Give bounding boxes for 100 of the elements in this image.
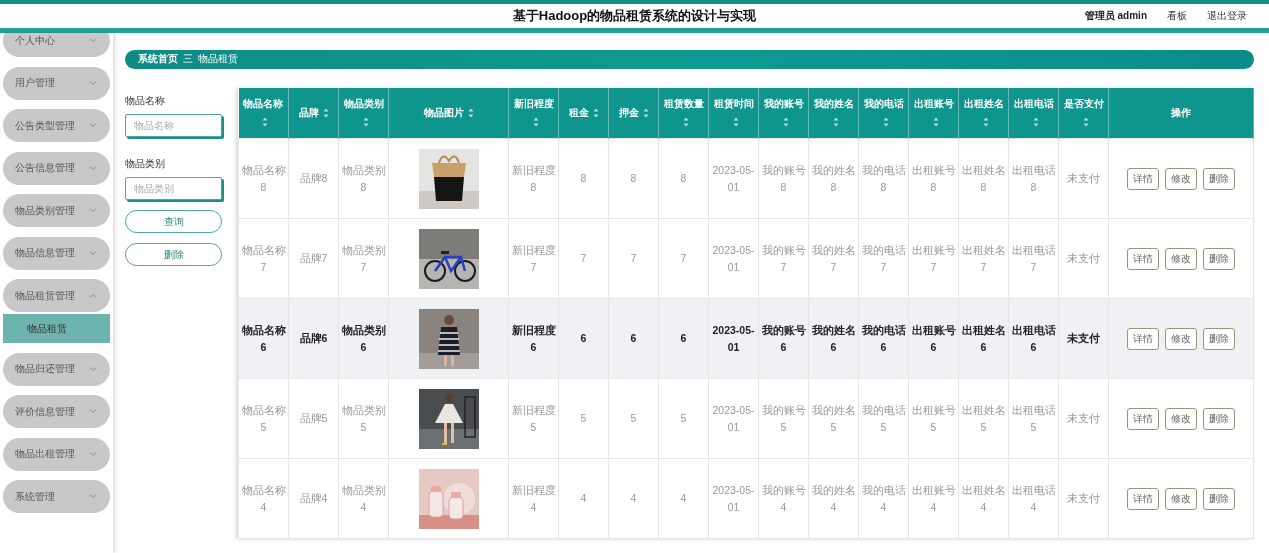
table-cell: 物品名称6 — [238, 298, 289, 379]
table-cell: 出租姓名4 — [958, 458, 1009, 539]
sort-icon[interactable] — [982, 117, 989, 128]
table-cell: 出租姓名7 — [958, 218, 1009, 299]
details-button[interactable]: 详情 — [1127, 407, 1159, 430]
edit-button[interactable]: 修改 — [1165, 167, 1197, 190]
field-label: 物品类别 — [125, 157, 166, 171]
header-link[interactable]: 看板 — [1167, 9, 1187, 23]
table-cell: 出租电话7 — [1008, 218, 1059, 299]
search-field[interactable]: 物品名称 — [125, 114, 222, 137]
table-header-cell[interactable]: 物品图片 — [388, 88, 509, 139]
search-button[interactable]: 删除 — [125, 243, 222, 266]
table-header-cell[interactable]: 出租姓名 — [958, 88, 1009, 139]
table-cell: 物品名称8 — [238, 138, 289, 219]
table-header-cell[interactable]: 租赁数量 — [658, 88, 709, 139]
table-cell: 我的姓名5 — [808, 378, 859, 459]
sidebar-item[interactable]: 物品租赁管理 — [3, 279, 110, 312]
details-button[interactable]: 详情 — [1127, 487, 1159, 510]
table-cell: 我的姓名8 — [808, 138, 859, 219]
sort-icon[interactable] — [782, 117, 789, 128]
edit-button[interactable]: 修改 — [1165, 407, 1197, 430]
sort-icon[interactable] — [1082, 117, 1089, 128]
table-cell: 5 — [558, 378, 609, 459]
delete-button[interactable]: 删除 — [1203, 407, 1235, 430]
table-header-cell[interactable]: 押金 — [608, 88, 659, 139]
table-header-cell[interactable]: 我的姓名 — [808, 88, 859, 139]
table-cell: 6 — [608, 298, 659, 379]
table-cell: 物品类别5 — [338, 378, 389, 459]
delete-button[interactable]: 删除 — [1203, 327, 1235, 350]
table-row[interactable]: 物品名称8 品牌8 物品类别8 新旧程度8 8 8 8 2023-05-01 我的账号8 我的姓名8 我的电话8 出租账号8 出租姓名8 出租电话8 未支付 详情 修改 删除 — [238, 138, 1254, 219]
sidebar-item[interactable]: 公告类型管理 — [3, 109, 110, 142]
details-button[interactable]: 详情 — [1127, 327, 1159, 350]
sort-icon[interactable] — [682, 117, 689, 128]
table-cell: 未支付 — [1058, 218, 1109, 299]
edit-button[interactable]: 修改 — [1165, 487, 1197, 510]
table-row[interactable]: 物品名称6 品牌6 物品类别6 新旧程度6 6 6 6 2023-05-01 我的账号6 我的姓名6 我的电话6 出租账号6 出租姓名6 出租电话6 未支付 详情 修改 删除 — [238, 298, 1254, 379]
table-cell: 出租电话5 — [1008, 378, 1059, 459]
table-header-cell[interactable]: 出租电话 — [1008, 88, 1059, 139]
table-cell: 我的姓名4 — [808, 458, 859, 539]
sidebar-item[interactable]: 物品类别管理 — [3, 194, 110, 227]
sidebar-item[interactable]: 用户管理 — [3, 66, 110, 100]
table-cell: 出租账号4 — [908, 458, 959, 539]
breadcrumb-separator: 三 — [183, 53, 193, 66]
breadcrumb-link[interactable]: 系统首页 — [138, 53, 178, 66]
sort-icon[interactable] — [882, 117, 889, 128]
sidebar-item[interactable]: 物品出租管理 — [3, 437, 110, 471]
sidebar-item[interactable]: 系统管理 — [3, 480, 110, 513]
table-cell: 物品名称7 — [238, 218, 289, 299]
sort-icon[interactable] — [322, 108, 329, 119]
sort-icon[interactable] — [732, 117, 739, 128]
table-header-cell[interactable]: 物品类别 — [338, 88, 389, 139]
details-button[interactable]: 详情 — [1127, 247, 1159, 270]
details-button[interactable]: 详情 — [1127, 167, 1159, 190]
table-header-cell[interactable]: 物品名称 — [238, 88, 289, 139]
sidebar-item[interactable]: 公告信息管理 — [3, 151, 110, 185]
table-row[interactable]: 物品名称7 品牌7 物品类别7 新旧程度7 7 7 7 2023-05-01 我的账号7 我的姓名7 我的电话7 出租账号7 出租姓名7 出租电话7 未支付 详情 修改 删除 — [238, 218, 1254, 299]
search-button[interactable]: 查询 — [125, 210, 222, 233]
edit-button[interactable]: 修改 — [1165, 327, 1197, 350]
sort-icon[interactable] — [362, 117, 369, 128]
sort-icon[interactable] — [832, 117, 839, 128]
table-cell: 2023-05-01 — [708, 298, 759, 379]
table-row[interactable]: 物品名称5 品牌5 物品类别5 新旧程度5 5 5 5 2023-05-01 我的账号5 我的姓名5 我的电话5 出租账号5 出租姓名5 出租电话5 未支付 详情 修改 删除 — [238, 378, 1254, 459]
sort-icon[interactable] — [592, 108, 599, 119]
user-label: 管理员 admin — [1084, 9, 1147, 23]
search-field[interactable]: 物品类别 — [125, 177, 222, 200]
table-cell: 品牌4 — [288, 458, 339, 539]
table-cell: 出租姓名5 — [958, 378, 1009, 459]
table-header-cell[interactable]: 新旧程度 — [508, 88, 559, 139]
table-header-cell[interactable]: 租赁时间 — [708, 88, 759, 139]
table-header-cell[interactable]: 品牌 — [288, 88, 339, 139]
table-cell: 物品类别6 — [338, 298, 389, 379]
sort-icon[interactable] — [262, 117, 269, 128]
sidebar-item[interactable]: 物品信息管理 — [3, 236, 110, 270]
header-link[interactable]: 退出登录 — [1207, 9, 1247, 23]
table-cell: 我的账号4 — [758, 458, 809, 539]
table-header-cell[interactable]: 我的账号 — [758, 88, 809, 139]
chevron-icon — [89, 123, 97, 128]
table-header-cell[interactable]: 租金 — [558, 88, 609, 139]
sidebar-item[interactable]: 物品归还管理 — [3, 352, 110, 386]
table-cell: 未支付 — [1058, 298, 1109, 379]
table-header-cell[interactable]: 我的电话 — [858, 88, 909, 139]
table-cell: 2023-05-01 — [708, 138, 759, 219]
delete-button[interactable]: 删除 — [1203, 247, 1235, 270]
table-header-cell[interactable]: 出租账号 — [908, 88, 959, 139]
table-row[interactable]: 物品名称4 品牌4 物品类别4 新旧程度4 4 4 4 2023-05-01 我的账号4 我的姓名4 我的电话4 出租账号4 出租姓名4 出租电话4 未支付 详情 修改 删除 — [238, 458, 1254, 539]
delete-button[interactable]: 删除 — [1203, 167, 1235, 190]
breadcrumb-link[interactable]: 物品租赁 — [198, 53, 238, 66]
delete-button[interactable]: 删除 — [1203, 487, 1235, 510]
sort-icon[interactable] — [532, 117, 539, 128]
table-header-cell[interactable]: 是否支付 — [1058, 88, 1109, 139]
sort-icon[interactable] — [467, 108, 474, 119]
sort-icon[interactable] — [1032, 117, 1039, 128]
sidebar-item[interactable]: 评价信息管理 — [3, 395, 110, 428]
edit-button[interactable]: 修改 — [1165, 247, 1197, 270]
sidebar-subitem[interactable]: 物品租赁 — [3, 314, 110, 343]
table-cell: 出租账号7 — [908, 218, 959, 299]
sort-icon[interactable] — [642, 108, 649, 119]
sort-icon[interactable] — [932, 117, 939, 128]
sidebar-item[interactable]: 个人中心 — [3, 33, 110, 57]
field-label: 物品名称 — [125, 94, 166, 108]
